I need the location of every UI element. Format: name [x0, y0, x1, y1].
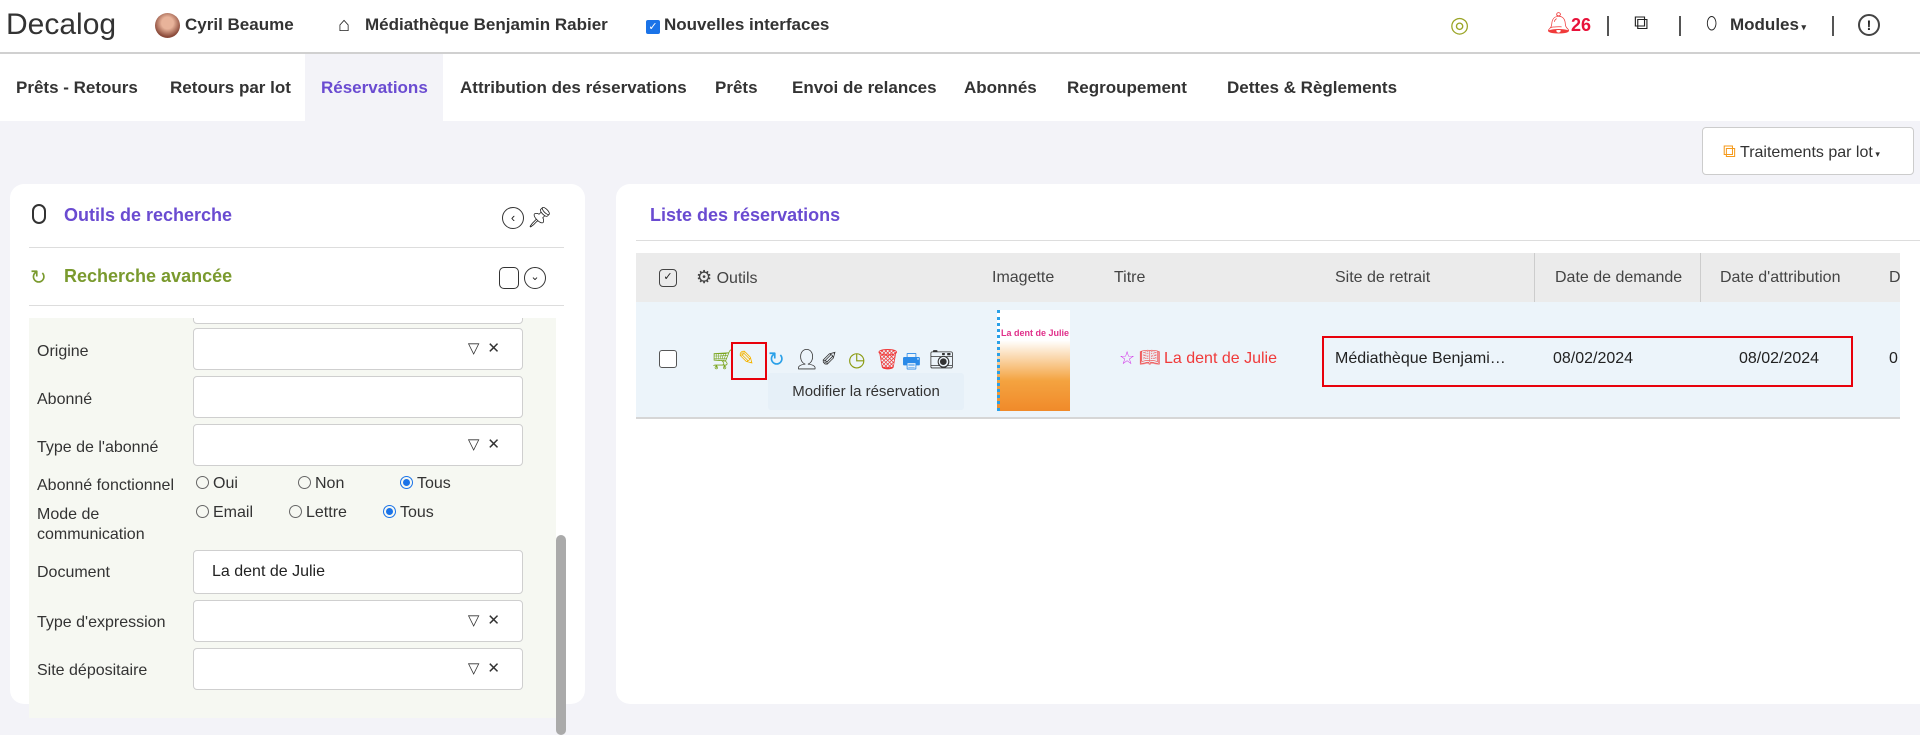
- radio-oui[interactable]: Oui: [196, 475, 238, 493]
- separator: [1679, 16, 1681, 36]
- abonne-fonctionnel-label: Abonné fonctionnel: [37, 477, 174, 494]
- column-date-attribution[interactable]: Date d'attribution: [1720, 253, 1840, 302]
- trash-icon[interactable]: 🗑︎: [875, 347, 900, 372]
- broadcast-icon[interactable]: ◎: [1450, 12, 1469, 38]
- search-panel: Outils de recherche ‹ 📌︎ ↻ Recherche ava…: [10, 184, 585, 735]
- site-depositaire-select[interactable]: ▽✕: [193, 648, 523, 690]
- new-ui-checkbox[interactable]: ✓: [646, 20, 660, 34]
- top-header: Decalog Cyril Beaume ⌂ Médiathèque Benja…: [0, 0, 1920, 54]
- type-expression-label: Type d'expression: [37, 614, 166, 631]
- reservations-panel: Liste des réservations ✓ ⚙ Outils Imaget…: [616, 184, 1920, 704]
- camera-icon[interactable]: 📷︎: [929, 347, 954, 372]
- user-edit-icon[interactable]: 👤︎: [794, 347, 819, 372]
- logo[interactable]: Decalog: [6, 8, 116, 42]
- notification-count[interactable]: 26: [1571, 15, 1591, 36]
- column-date-request[interactable]: Date de demande: [1555, 253, 1682, 302]
- column-more[interactable]: D: [1889, 253, 1900, 302]
- list-title: Liste des réservations: [650, 205, 841, 225]
- search-tools-title: Outils de recherche: [64, 205, 233, 225]
- column-site[interactable]: Site de retrait: [1335, 253, 1430, 302]
- type-expression-select[interactable]: ▽✕: [193, 600, 523, 642]
- radio-non[interactable]: Non: [298, 475, 344, 493]
- user-name[interactable]: Cyril Beaume: [185, 15, 294, 35]
- batch-processing-button[interactable]: ⧉ Traitements par lot ▾: [1702, 127, 1914, 175]
- row-checkbox[interactable]: [659, 350, 677, 368]
- column-divider: [1700, 253, 1701, 302]
- mode-communication-label: Mode de communication: [37, 506, 145, 543]
- search-refresh-icon[interactable]: ↻: [768, 347, 785, 372]
- expand-icon[interactable]: ⌄: [524, 267, 546, 289]
- row-title[interactable]: La dent de Julie: [1164, 350, 1277, 368]
- tab-retours-par-lot[interactable]: Retours par lot: [154, 54, 307, 121]
- document-label: Document: [37, 564, 110, 581]
- windows-icon[interactable]: ⧉: [1634, 12, 1648, 35]
- info-icon[interactable]: !: [1858, 14, 1880, 36]
- book-thumbnail[interactable]: La dent de Julie: [997, 310, 1070, 411]
- table-header: ✓ ⚙ Outils Imagette Titre Site de retrai…: [636, 253, 1900, 302]
- tooltip: Modifier la réservation: [768, 373, 964, 410]
- select-all-checkbox[interactable]: ✓: [659, 269, 677, 287]
- avatar[interactable]: [155, 13, 180, 38]
- tab-dettes[interactable]: Dettes & Règlements: [1211, 54, 1413, 121]
- book-icon: 📖︎: [1139, 348, 1161, 367]
- edit-icon[interactable]: ✐: [821, 347, 838, 372]
- save-search-icon[interactable]: [499, 267, 519, 289]
- column-tools: ⚙ Outils: [696, 267, 758, 287]
- dropdown-clear-icons[interactable]: ▽✕: [468, 611, 508, 629]
- modules-icon: ⬯: [1706, 13, 1718, 33]
- highlight-box: [731, 342, 767, 380]
- tab-prets[interactable]: Prêts: [699, 54, 774, 121]
- new-ui-label: Nouvelles interfaces: [664, 15, 830, 34]
- origine-select[interactable]: ▽✕: [193, 328, 523, 370]
- search-form: Origine ▽✕ Abonné Type de l'abonné ▽✕ Ab…: [29, 318, 556, 718]
- separator: [1607, 16, 1609, 36]
- previous-field[interactable]: [193, 318, 523, 324]
- library-name[interactable]: Médiathèque Benjamin Rabier: [365, 15, 608, 35]
- bell-icon[interactable]: 🔔︎: [1545, 12, 1572, 36]
- type-abonne-select[interactable]: ▽✕: [193, 424, 523, 466]
- tab-reservations[interactable]: Réservations: [305, 54, 443, 121]
- site-depositaire-label: Site dépositaire: [37, 662, 148, 679]
- clock-icon[interactable]: ◷: [848, 347, 865, 372]
- modules-menu[interactable]: Modules ▾: [1730, 15, 1806, 35]
- mouse-icon: [32, 204, 46, 224]
- dropdown-clear-icons[interactable]: ▽✕: [468, 435, 508, 453]
- column-thumbnail: Imagette: [992, 269, 1055, 286]
- separator: [1832, 16, 1834, 36]
- column-divider: [1534, 253, 1535, 302]
- tab-envoi-relances[interactable]: Envoi de relances: [776, 54, 953, 121]
- tab-regroupement[interactable]: Regroupement: [1051, 54, 1203, 121]
- scrollbar[interactable]: [556, 535, 566, 735]
- radio-tous-2[interactable]: Tous: [383, 504, 434, 522]
- document-input[interactable]: La dent de Julie: [193, 550, 523, 594]
- copy-icon: ⧉: [1723, 141, 1736, 161]
- type-abonne-label: Type de l'abonné: [37, 439, 159, 456]
- divider: [29, 305, 564, 306]
- abonne-label: Abonné: [37, 391, 93, 408]
- row-more: 0: [1889, 350, 1898, 367]
- table-row[interactable]: 🛒︎ ✎ ↻ 👤︎ ✐ ◷ 🗑︎ 🖶 📷︎ Modifier la réserv…: [636, 302, 1900, 419]
- advanced-search-icon: ↻: [30, 267, 47, 289]
- tab-attribution[interactable]: Attribution des réservations: [444, 54, 703, 121]
- dropdown-clear-icons[interactable]: ▽✕: [468, 339, 508, 357]
- origine-label: Origine: [37, 343, 89, 360]
- advanced-search-title[interactable]: Recherche avancée: [64, 266, 232, 287]
- main-tabs: Prêts - Retours Retours par lot Réservat…: [0, 54, 1920, 121]
- tab-abonnes[interactable]: Abonnés: [948, 54, 1053, 121]
- abonne-input[interactable]: [193, 376, 523, 418]
- dropdown-clear-icons[interactable]: ▽✕: [468, 659, 508, 677]
- radio-tous[interactable]: Tous: [400, 475, 451, 493]
- divider: [29, 247, 564, 248]
- pin-icon[interactable]: 📌︎: [527, 205, 552, 230]
- radio-lettre[interactable]: Lettre: [289, 504, 347, 522]
- collapse-icon[interactable]: ‹: [502, 207, 524, 229]
- gear-icon: ⚙: [696, 267, 713, 287]
- tab-prets-retours[interactable]: Prêts - Retours: [0, 54, 154, 121]
- radio-email[interactable]: Email: [196, 504, 253, 522]
- column-title[interactable]: Titre: [1114, 253, 1145, 302]
- library-icon: ⌂: [338, 14, 351, 36]
- highlight-box: [1322, 336, 1853, 387]
- divider: [636, 240, 1920, 241]
- star-icon: ☆: [1119, 348, 1136, 368]
